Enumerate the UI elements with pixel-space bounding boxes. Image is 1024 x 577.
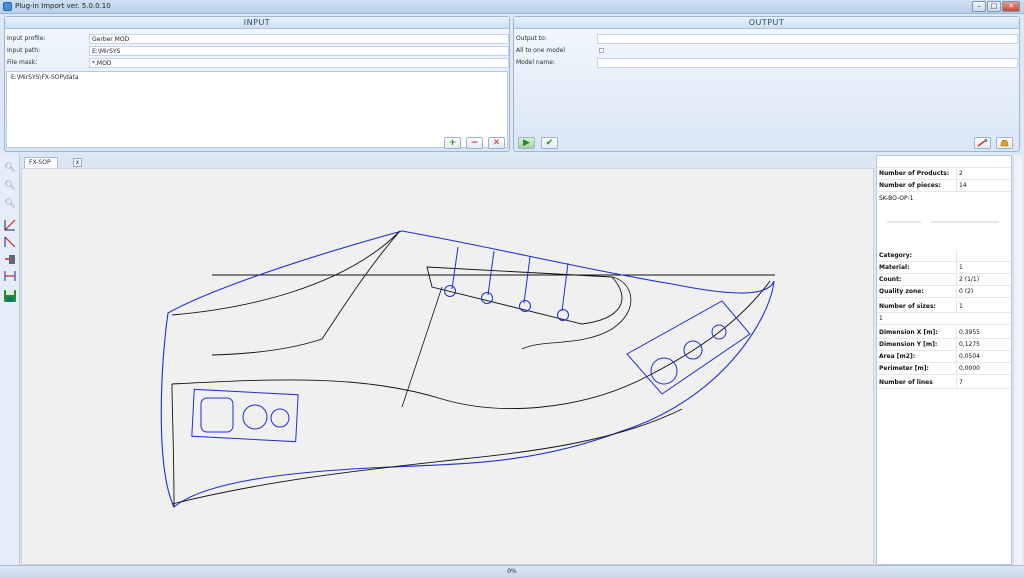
list-item[interactable]: E:\MirSYS\FX-SOP\data: [11, 74, 503, 81]
heel-line: [171, 383, 175, 508]
rotate-tool-icon[interactable]: [3, 218, 17, 232]
save-icon[interactable]: [3, 289, 17, 303]
properties-header-row: [877, 156, 1011, 168]
title-bar: Plug-in Import ver. 5.0.0.10 – □ ✕: [0, 0, 1024, 14]
tools-button[interactable]: [974, 137, 991, 149]
export-button[interactable]: [996, 137, 1013, 149]
prop-row-products: Number of Products: 2: [877, 168, 1011, 180]
status-bar: 0%: [0, 565, 1024, 577]
zoom-in-icon[interactable]: 🔍︎: [3, 161, 17, 175]
properties-scrollbar[interactable]: [1013, 155, 1022, 565]
left-toolbar: 🔍︎ 🔍︎ 🔍︎: [0, 155, 20, 565]
prop-row-sizes: Number of sizes: 1: [877, 301, 1011, 313]
tools-icon: [977, 138, 988, 147]
eyelets: [444, 246, 569, 321]
prop-row-lines: Number of lines 7: [877, 377, 1011, 389]
input-header: INPUT: [5, 17, 509, 29]
prop-row-material: Material: 1: [877, 262, 1011, 274]
prop-row-area: Area [m2]: 0,0504: [877, 351, 1011, 363]
app-icon: [3, 2, 12, 11]
file-mask-field[interactable]: *.MOD: [89, 58, 509, 68]
toe-marker-box: [626, 300, 751, 395]
bell-icon: [1000, 139, 1009, 147]
heel-marker-box: [191, 388, 299, 443]
drawing-canvas[interactable]: [21, 168, 874, 565]
shoe-pattern-drawing: [160, 230, 775, 508]
all-to-one-checkbox[interactable]: [599, 48, 604, 53]
zoom-out-icon[interactable]: 🔍︎: [3, 179, 17, 193]
piece-name[interactable]: SK-BO-OP-1: [879, 195, 914, 202]
model-name-field[interactable]: [597, 58, 1018, 68]
output-panel: OUTPUT Output to: All to one model Model…: [513, 16, 1020, 152]
measure-tool-icon[interactable]: [3, 269, 17, 283]
tab-bar: FX-SOP x: [21, 156, 874, 168]
zoom-fit-icon[interactable]: 🔍︎: [3, 197, 17, 211]
check-button[interactable]: ✔: [541, 137, 558, 149]
prop-row-count: Count: 2 (1/1): [877, 274, 1011, 286]
progress-text: 0%: [507, 568, 517, 575]
all-to-one-label: All to one model: [516, 47, 566, 54]
model-name-label: Model name:: [516, 59, 555, 66]
input-path-field[interactable]: E:\MirSYS: [89, 46, 509, 56]
prop-row-quality: Quality zone: 0 (2): [877, 286, 1011, 298]
prop-row-dim-y: Dimension Y [m]: 0,1275: [877, 339, 1011, 351]
properties-panel: Number of Products: 2 Number of pieces: …: [876, 155, 1012, 565]
quarter-line: [171, 280, 771, 409]
outer-contour: [160, 230, 775, 508]
input-path-label: Input path:: [7, 47, 41, 54]
run-button[interactable]: ▶: [518, 137, 535, 149]
prop-row-pieces: Number of pieces: 14: [877, 180, 1011, 192]
prop-row-category: Category:: [877, 250, 1011, 262]
input-profile-field[interactable]: Gerber MOD: [89, 34, 509, 44]
vamp-line: [171, 230, 401, 356]
tab-fx-sop[interactable]: FX-SOP: [24, 157, 58, 168]
minimize-button[interactable]: –: [972, 1, 986, 12]
prop-row-size-value: 1: [877, 313, 1011, 325]
maximize-button[interactable]: □: [987, 1, 1001, 12]
tab-close-button[interactable]: x: [73, 158, 82, 167]
piece-thumbnail: [887, 221, 999, 223]
file-mask-label: File mask:: [7, 59, 38, 66]
remove-button[interactable]: −: [466, 137, 483, 149]
sole-line: [171, 408, 683, 505]
output-to-label: Output to:: [516, 35, 547, 42]
prop-row-perimeter: Perimeter [m]: 0,0000: [877, 363, 1011, 375]
window-title: Plug-in Import ver. 5.0.0.10: [15, 2, 111, 10]
input-panel: INPUT Input profile: Gerber MOD Input pa…: [4, 16, 510, 152]
input-folder-list[interactable]: E:\MirSYS\FX-SOP\data: [6, 71, 508, 148]
input-profile-label: Input profile:: [7, 35, 46, 42]
tongue-line: [401, 286, 443, 408]
add-button[interactable]: +: [444, 137, 461, 149]
delete-button[interactable]: ✕: [488, 137, 505, 149]
prop-row-dim-x: Dimension X [m]: 0,3955: [877, 327, 1011, 339]
output-to-field[interactable]: [597, 34, 1018, 44]
output-header: OUTPUT: [514, 17, 1019, 29]
mirror-tool-icon[interactable]: [3, 235, 17, 249]
delete-line-icon[interactable]: [3, 252, 17, 266]
close-button[interactable]: ✕: [1002, 1, 1020, 12]
